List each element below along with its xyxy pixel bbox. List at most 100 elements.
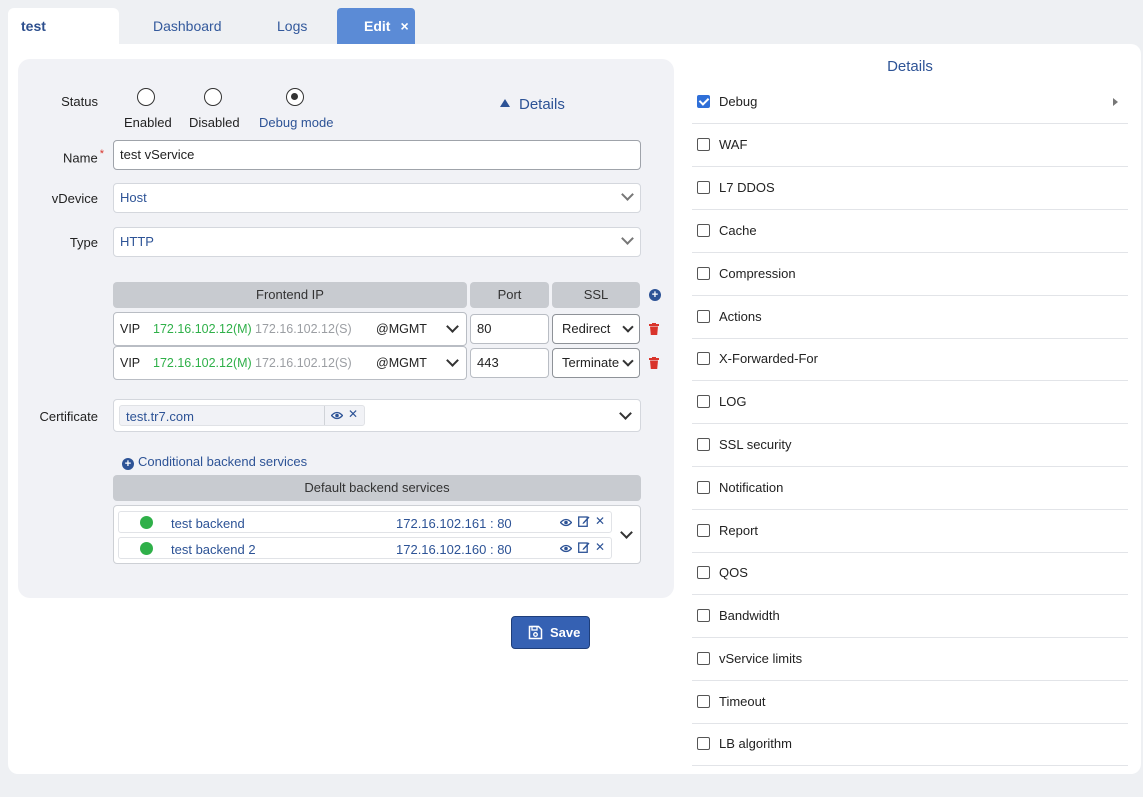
- option-label: Compression: [719, 266, 796, 281]
- option-label: Debug: [719, 94, 758, 109]
- actions-checkbox[interactable]: [697, 310, 710, 323]
- edit-icon[interactable]: [578, 541, 590, 553]
- backend-row: test backend 172.16.102.161 : 80: [118, 511, 612, 533]
- chevron-down-icon: [621, 232, 634, 245]
- details-toggle[interactable]: Details: [500, 96, 565, 113]
- port-input[interactable]: 443: [470, 348, 549, 378]
- eye-icon[interactable]: [331, 411, 343, 420]
- trash-icon[interactable]: [649, 357, 659, 369]
- eye-icon[interactable]: [560, 544, 572, 553]
- ssl-security-checkbox[interactable]: [697, 438, 710, 451]
- ssl-value: Terminate: [562, 355, 620, 370]
- option-label: LB algorithm: [719, 736, 792, 751]
- option-label: L7 DDOS: [719, 180, 775, 195]
- option-actions[interactable]: Actions: [692, 296, 1128, 339]
- ssl-select[interactable]: Redirect: [552, 314, 640, 344]
- frontend-ip-select[interactable]: VIP 172.16.102.12(M) 172.16.102.12(S) @M…: [113, 312, 467, 346]
- chevron-down-icon: [622, 321, 634, 333]
- report-checkbox[interactable]: [697, 524, 710, 537]
- type-select[interactable]: HTTP: [113, 227, 641, 257]
- ip-secondary: 172.16.102.12(S): [255, 356, 352, 370]
- option-cache[interactable]: Cache: [692, 210, 1128, 253]
- triangle-up-icon: [500, 99, 510, 107]
- vservice-limits-checkbox[interactable]: [697, 652, 710, 665]
- conditional-backend-label: Conditional backend services: [138, 454, 308, 469]
- tab-edit-label: Edit: [364, 18, 391, 34]
- status-dot-icon: [140, 542, 153, 555]
- port-input[interactable]: 80: [470, 314, 549, 344]
- remove-backend-icon[interactable]: ✕: [595, 540, 605, 554]
- close-icon[interactable]: ×: [400, 18, 408, 34]
- vdevice-select[interactable]: Host: [113, 183, 641, 213]
- option-compression[interactable]: Compression: [692, 253, 1128, 296]
- compression-checkbox[interactable]: [697, 267, 710, 280]
- chevron-down-icon: [622, 355, 634, 367]
- name-input[interactable]: test vService: [113, 140, 641, 170]
- notification-checkbox[interactable]: [697, 481, 710, 494]
- radio-enabled[interactable]: [137, 88, 155, 106]
- radio-disabled[interactable]: [204, 88, 222, 106]
- ip-main: 172.16.102.12(M): [153, 356, 252, 370]
- remove-certificate-icon[interactable]: ✕: [348, 407, 358, 421]
- chevron-down-icon: [621, 188, 634, 201]
- lb-algorithm-checkbox[interactable]: [697, 737, 710, 750]
- option-label: vService limits: [719, 651, 803, 666]
- log-checkbox[interactable]: [697, 395, 710, 408]
- trash-icon[interactable]: [649, 323, 659, 335]
- tab-edit[interactable]: Edit ×: [337, 8, 415, 44]
- chevron-down-icon[interactable]: [620, 526, 633, 539]
- ssl-select[interactable]: Terminate: [552, 348, 640, 378]
- edit-icon[interactable]: [578, 515, 590, 527]
- vdevice-label: vDevice: [51, 191, 98, 206]
- option-report[interactable]: Report: [692, 510, 1128, 553]
- option-qos[interactable]: QOS: [692, 552, 1128, 595]
- save-button[interactable]: Save: [511, 616, 590, 649]
- eye-icon[interactable]: [560, 518, 572, 527]
- conditional-backend-link[interactable]: + Conditional backend services: [122, 454, 307, 470]
- option-label: Bandwidth: [719, 608, 780, 623]
- tab-logs[interactable]: Logs: [277, 8, 307, 44]
- details-title: Details: [887, 58, 933, 75]
- tab-dashboard[interactable]: Dashboard: [153, 8, 222, 44]
- port-header: Port: [470, 282, 549, 308]
- add-frontend-icon[interactable]: +: [649, 289, 661, 301]
- option-x-forwarded-for[interactable]: X-Forwarded-For: [692, 338, 1128, 381]
- floppy-disk-icon: [528, 625, 543, 640]
- waf-checkbox[interactable]: [697, 138, 710, 151]
- option-timeout[interactable]: Timeout: [692, 681, 1128, 724]
- qos-checkbox[interactable]: [697, 566, 710, 579]
- bandwidth-checkbox[interactable]: [697, 609, 710, 622]
- radio-debug-mode-label: Debug mode: [259, 115, 334, 130]
- caret-right-icon[interactable]: [1113, 98, 1118, 106]
- certificate-label: Certificate: [39, 409, 98, 424]
- remove-backend-icon[interactable]: ✕: [595, 514, 605, 528]
- timeout-checkbox[interactable]: [697, 695, 710, 708]
- option-log[interactable]: LOG: [692, 381, 1128, 424]
- backend-list[interactable]: test backend 172.16.102.161 : 80 test ba…: [113, 505, 641, 564]
- radio-enabled-label: Enabled: [124, 115, 172, 130]
- option-ssl-security[interactable]: SSL security: [692, 424, 1128, 467]
- radio-debug-mode[interactable]: [286, 88, 304, 106]
- option-l7-ddos[interactable]: L7 DDOS: [692, 167, 1128, 210]
- option-waf[interactable]: WAF: [692, 124, 1128, 167]
- option-debug[interactable]: Debug: [692, 81, 1128, 124]
- tag-divider: [324, 406, 325, 425]
- frontend-ip-header: Frontend IP: [113, 282, 467, 308]
- option-notification[interactable]: Notification: [692, 467, 1128, 510]
- option-lb-algorithm[interactable]: LB algorithm: [692, 723, 1128, 766]
- tab-test-vservice[interactable]: test vService: [8, 8, 119, 70]
- backend-address: 172.16.102.160 : 80: [396, 542, 512, 557]
- option-label: Timeout: [719, 694, 766, 709]
- cache-checkbox[interactable]: [697, 224, 710, 237]
- x-forwarded-for-checkbox[interactable]: [697, 352, 710, 365]
- certificate-tag: test.tr7.com: [119, 405, 365, 426]
- name-label: Name *: [40, 148, 104, 165]
- radio-disabled-label: Disabled: [189, 115, 240, 130]
- l7-ddos-checkbox[interactable]: [697, 181, 710, 194]
- option-label: WAF: [719, 137, 748, 152]
- frontend-ip-select[interactable]: VIP 172.16.102.12(M) 172.16.102.12(S) @M…: [113, 346, 467, 380]
- debug-checkbox[interactable]: [697, 95, 710, 108]
- ip-main: 172.16.102.12(M): [153, 322, 252, 336]
- option-vservice-limits[interactable]: vService limits: [692, 638, 1128, 681]
- option-bandwidth[interactable]: Bandwidth: [692, 595, 1128, 638]
